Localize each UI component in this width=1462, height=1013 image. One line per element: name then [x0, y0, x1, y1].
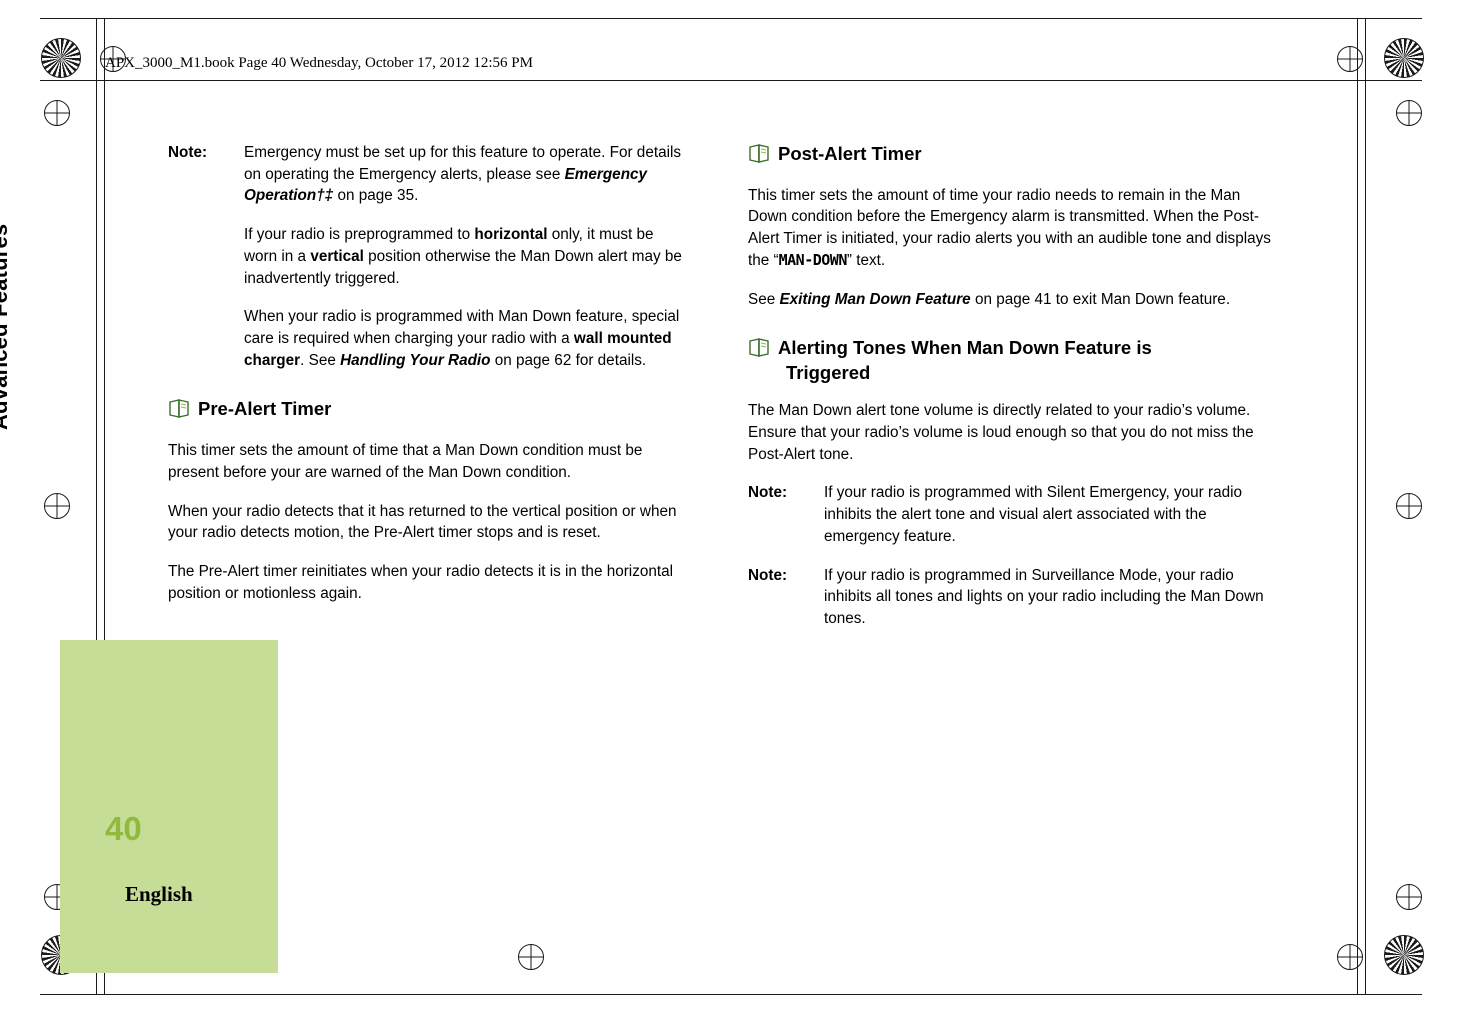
paragraph-pre-alert-3: The Pre-Alert timer reinitiates when you… [168, 563, 674, 602]
note-label: Note: [748, 566, 788, 584]
section-heading-alerting-tones: Alerting Tones When Man Down Feature is T… [748, 336, 1280, 386]
paragraph-pre-alert-1: This timer sets the amount of time that … [168, 442, 643, 481]
registration-mark-right-middle [1396, 493, 1422, 519]
section-heading-text: Post-Alert Timer [778, 143, 922, 164]
paragraph-pre-alert-2: When your radio detects that it has retu… [168, 502, 677, 542]
page-slug: APX_3000_M1.book Page 40 Wednesday, Octo… [105, 55, 533, 71]
display-text-man-down: MAN-DOWN [778, 250, 848, 269]
registration-mark-top-center-right [1337, 46, 1363, 72]
crop-line-horizontal-top-inner [40, 80, 1422, 81]
note-label: Note: [748, 484, 788, 502]
registration-mark-bottom-center [518, 944, 544, 970]
registration-mark-right-bottom [1396, 884, 1422, 910]
registration-mark-left-top [44, 100, 70, 126]
section-heading-line2: Triggered [786, 362, 871, 384]
para-text-3: on page 62 for details. [490, 351, 647, 369]
registration-mark-left-middle [44, 493, 70, 519]
crop-line-vertical-right-outer [1365, 18, 1366, 995]
emphasis-horizontal: horizontal [474, 226, 548, 244]
note-block-emergency-setup: Note: Emergency must be set up for this … [168, 142, 688, 207]
cross-reference-handling-your-radio: Handling Your Radio [340, 351, 491, 369]
cross-reference-exiting-man-down-feature: Exiting Man Down Feature [779, 290, 971, 308]
para-text-1: If your radio is preprogrammed to [244, 226, 475, 244]
crop-line-horizontal-top-outer [40, 18, 1422, 19]
para-text-2: . See [300, 351, 341, 369]
note-text-part2: on page 35. [333, 187, 419, 205]
starburst-mark-top-right [1384, 38, 1424, 78]
paragraph-wall-mounted-charger: When your radio is programmed with Man D… [244, 306, 688, 371]
paragraph-alerting-1: The Man Down alert tone volume is direct… [748, 402, 1254, 463]
emphasis-vertical: vertical [310, 247, 364, 265]
section-heading-post-alert-timer: Post-Alert Timer [748, 142, 1280, 171]
left-text-column: Note: Emergency must be set up for this … [168, 142, 688, 622]
para-text-1: See [748, 290, 780, 308]
crop-line-horizontal-bottom [40, 994, 1422, 995]
paragraph-horizontal-vertical: If your radio is preprogrammed to horizo… [244, 224, 688, 289]
note-body: Emergency must be set up for this featur… [244, 142, 688, 207]
note-label: Note: [168, 144, 208, 161]
chapter-title: Advanced Features [0, 223, 12, 430]
book-icon [168, 399, 192, 426]
page-number: 40 [105, 810, 142, 847]
book-icon [748, 144, 772, 171]
crop-line-vertical-right-inner [1357, 18, 1358, 995]
book-icon [748, 338, 772, 365]
language-label: English [125, 882, 193, 906]
note-block-surveillance-mode: Note: If your radio is programmed in Sur… [748, 565, 1280, 630]
starburst-mark-top-left [41, 38, 81, 78]
registration-mark-bottom-center-right [1337, 944, 1363, 970]
section-heading-text: Pre-Alert Timer [198, 398, 332, 420]
paragraph-post-alert-2: See Exiting Man Down Feature on page 41 … [748, 289, 1280, 311]
starburst-mark-bottom-right [1384, 935, 1424, 975]
registration-mark-right-top [1396, 100, 1422, 126]
right-text-column: Post-Alert Timer This timer sets the amo… [748, 142, 1280, 647]
chapter-tab-band [60, 640, 278, 973]
section-heading-text: Alerting Tones When Man Down Feature is T… [778, 336, 1152, 386]
section-heading-line1: Alerting Tones When Man Down Feature is [778, 337, 1152, 359]
para-text-2: on page 41 to exit Man Down feature. [970, 290, 1231, 308]
note-body: If your radio is programmed in Surveilla… [824, 566, 1264, 627]
note-body: If your radio is programmed with Silent … [824, 484, 1243, 545]
paragraph-post-alert-1: This timer sets the amount of time your … [748, 185, 1280, 272]
para-text-2: ” text. [846, 251, 886, 269]
note-block-silent-emergency: Note: If your radio is programmed with S… [748, 482, 1280, 547]
section-heading-pre-alert-timer: Pre-Alert Timer [168, 397, 688, 426]
